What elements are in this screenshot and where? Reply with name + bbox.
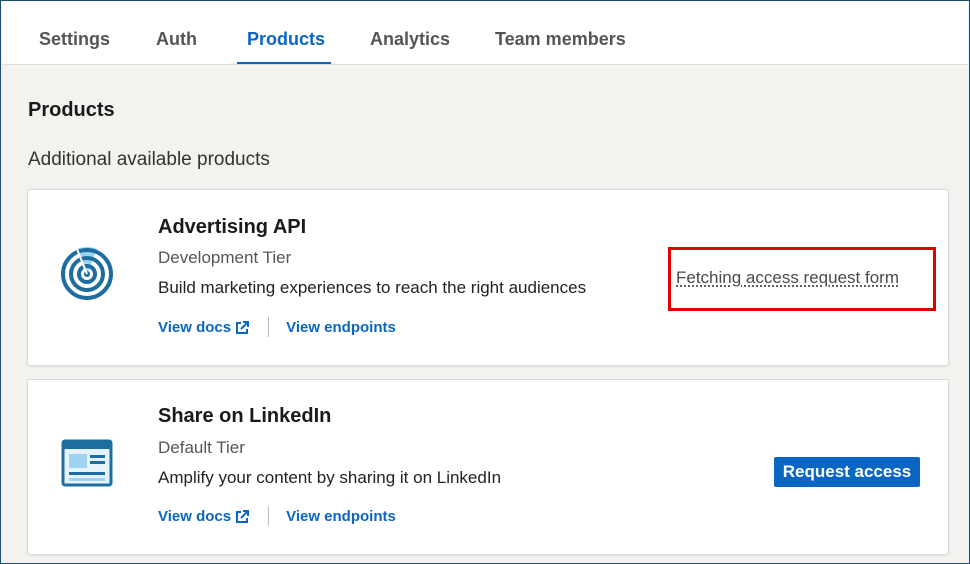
product-name: Share on LinkedIn bbox=[158, 405, 332, 427]
tab-settings[interactable]: Settings bbox=[29, 2, 120, 64]
link-divider bbox=[268, 506, 270, 526]
product-links: View docs View endpoints bbox=[158, 506, 396, 526]
share-post-icon bbox=[61, 439, 113, 487]
tab-bar: Settings Auth Products Analytics Team me… bbox=[2, 2, 968, 65]
product-tier: Development Tier bbox=[158, 248, 292, 267]
view-endpoints-link[interactable]: View endpoints bbox=[286, 319, 396, 336]
radar-target-icon bbox=[61, 247, 113, 300]
highlight-box: Fetching access request form bbox=[668, 247, 936, 311]
link-divider bbox=[268, 317, 270, 337]
view-docs-label: View docs bbox=[158, 507, 232, 525]
view-docs-link[interactable]: View docs bbox=[158, 318, 250, 336]
view-endpoints-link[interactable]: View endpoints bbox=[286, 508, 396, 525]
product-links: View docs View endpoints bbox=[158, 317, 396, 337]
product-description: Amplify your content by sharing it on Li… bbox=[158, 468, 502, 487]
view-docs-link[interactable]: View docs bbox=[158, 507, 250, 525]
section-subtitle: Additional available products bbox=[28, 149, 270, 170]
external-link-icon bbox=[236, 320, 250, 334]
product-description: Build marketing experiences to reach the… bbox=[158, 278, 587, 297]
tab-team-members[interactable]: Team members bbox=[485, 2, 636, 64]
product-name: Advertising API bbox=[158, 216, 307, 238]
tab-products[interactable]: Products bbox=[237, 2, 331, 64]
tab-auth[interactable]: Auth bbox=[146, 2, 207, 64]
app-frame: Settings Auth Products Analytics Team me… bbox=[0, 0, 970, 564]
product-tier: Default Tier bbox=[158, 438, 245, 457]
tab-analytics[interactable]: Analytics bbox=[360, 2, 460, 64]
product-card-advertising-api: Advertising API Development Tier Build m… bbox=[27, 189, 949, 366]
request-access-button[interactable]: Request access bbox=[774, 457, 920, 487]
external-link-icon bbox=[236, 509, 250, 523]
product-card-share-on-linkedin: Share on LinkedIn Default Tier Amplify y… bbox=[27, 379, 949, 555]
fetching-access-request-form-link[interactable]: Fetching access request form bbox=[676, 268, 899, 288]
view-docs-label: View docs bbox=[158, 318, 232, 336]
page-title: Products bbox=[28, 99, 115, 121]
